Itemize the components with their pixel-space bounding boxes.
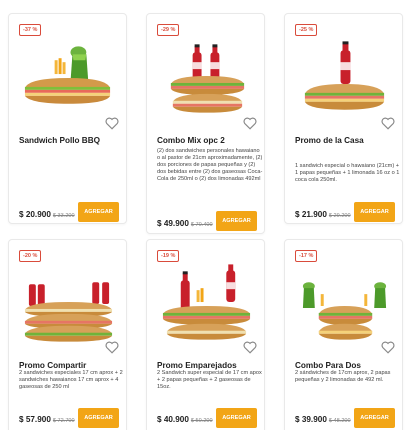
product-title[interactable]: Combo Mix opc 2 — [157, 136, 257, 145]
product-card[interactable]: -17 % Combo Para Dos 2 sándwiches de 17c… — [284, 239, 403, 430]
heart-icon[interactable] — [381, 117, 395, 130]
product-card[interactable]: -19 % Promo Emparejados 2 Sandwich super… — [146, 239, 265, 430]
product-title[interactable]: Sandwich Pollo BBQ — [19, 136, 119, 145]
discount-badge: -37 % — [19, 24, 42, 36]
add-to-cart-button[interactable]: AGREGAR — [216, 211, 257, 231]
old-price: $ 48.200 — [328, 418, 351, 424]
heart-icon[interactable] — [243, 117, 257, 130]
discount-badge: -19 % — [157, 250, 180, 262]
discount-badge: -20 % — [19, 250, 42, 262]
old-price: $ 72.700 — [52, 418, 75, 424]
product-grid: -37 % Sandwich Pollo BBQ $ 20.900 $ 33.20… — [8, 13, 408, 430]
product-image[interactable] — [157, 264, 256, 346]
discount-badge: -29 % — [157, 24, 180, 36]
heart-icon[interactable] — [105, 341, 119, 354]
old-price: $ 29.200 — [328, 213, 351, 219]
product-price: $ 21.900 $ 29.200 — [295, 210, 351, 219]
product-card[interactable]: -37 % Sandwich Pollo BBQ $ 20.900 $ 33.20… — [8, 13, 127, 224]
discount-badge: -25 % — [295, 24, 318, 36]
heart-icon[interactable] — [105, 117, 119, 130]
product-title[interactable]: Promo Compartir — [19, 361, 119, 370]
product-image[interactable] — [295, 264, 394, 346]
add-to-cart-button[interactable]: AGREGAR — [216, 408, 257, 428]
old-price: $ 33.200 — [52, 213, 75, 219]
product-description: 2 Sandwich super especial de 17 cm apox … — [157, 370, 262, 390]
product-title[interactable]: Promo de la Casa — [295, 136, 395, 145]
product-price: $ 20.900 $ 33.200 — [19, 210, 75, 219]
product-title[interactable]: Combo Para Dos — [295, 361, 395, 370]
add-to-cart-button[interactable]: AGREGAR — [78, 202, 119, 222]
add-to-cart-button[interactable]: AGREGAR — [354, 408, 395, 428]
add-to-cart-button[interactable]: AGREGAR — [354, 202, 395, 222]
product-image[interactable] — [19, 264, 118, 346]
product-price: $ 39.900 $ 48.200 — [295, 415, 351, 424]
product-price: $ 57.900 $ 72.700 — [19, 415, 75, 424]
product-description: 1 sandwich especial o hawaiano (21cm) + … — [295, 163, 400, 183]
add-to-cart-button[interactable]: AGREGAR — [78, 408, 119, 428]
product-image[interactable] — [19, 38, 118, 120]
product-title[interactable]: Promo Emparejados — [157, 361, 257, 370]
product-image[interactable] — [157, 38, 256, 120]
old-price: $ 70.400 — [190, 222, 213, 228]
heart-icon[interactable] — [381, 341, 395, 354]
old-price: $ 50.200 — [190, 418, 213, 424]
heart-icon[interactable] — [243, 341, 257, 354]
product-card[interactable]: -29 % Combo Mix opc 2 (2) dos sandwiches… — [146, 13, 265, 234]
product-description: 2 sándwiches de 17cm aprox, 2 papas pequ… — [295, 370, 391, 383]
product-image[interactable] — [295, 38, 394, 120]
product-description: 2 sandwiches especiales 17 cm aprox + 2 … — [19, 370, 123, 390]
product-description: (2) dos sandwiches personales hawaiano o… — [157, 148, 263, 182]
product-card[interactable]: -25 % Promo de la Casa 1 sandwich especi… — [284, 13, 403, 224]
product-price: $ 40.900 $ 50.200 — [157, 415, 213, 424]
discount-badge: -17 % — [295, 250, 318, 262]
product-price: $ 49.900 $ 70.400 — [157, 219, 213, 228]
product-card[interactable]: -20 % Promo Compartir 2 sandwiches espec… — [8, 239, 127, 430]
